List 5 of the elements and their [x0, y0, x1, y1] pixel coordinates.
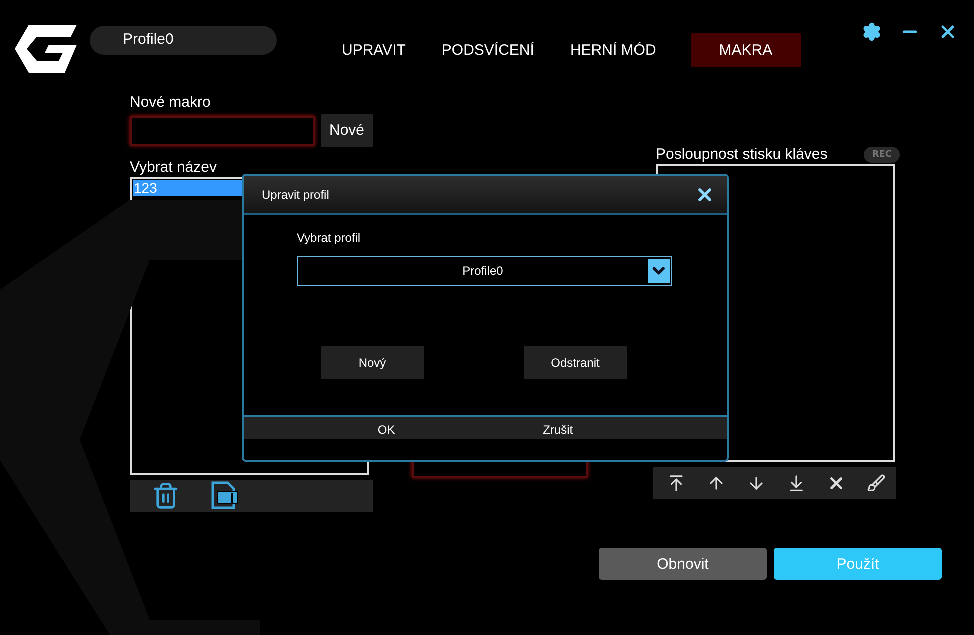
profile-select-label: Vybrat profil [297, 231, 362, 245]
macro-list-label: Vybrat název [130, 159, 218, 177]
new-macro-label: Nové makro [130, 94, 212, 112]
key-sequence-label: Posloupnost stisku kláves [656, 146, 828, 164]
dialog-title: Upravit profil [262, 188, 330, 202]
